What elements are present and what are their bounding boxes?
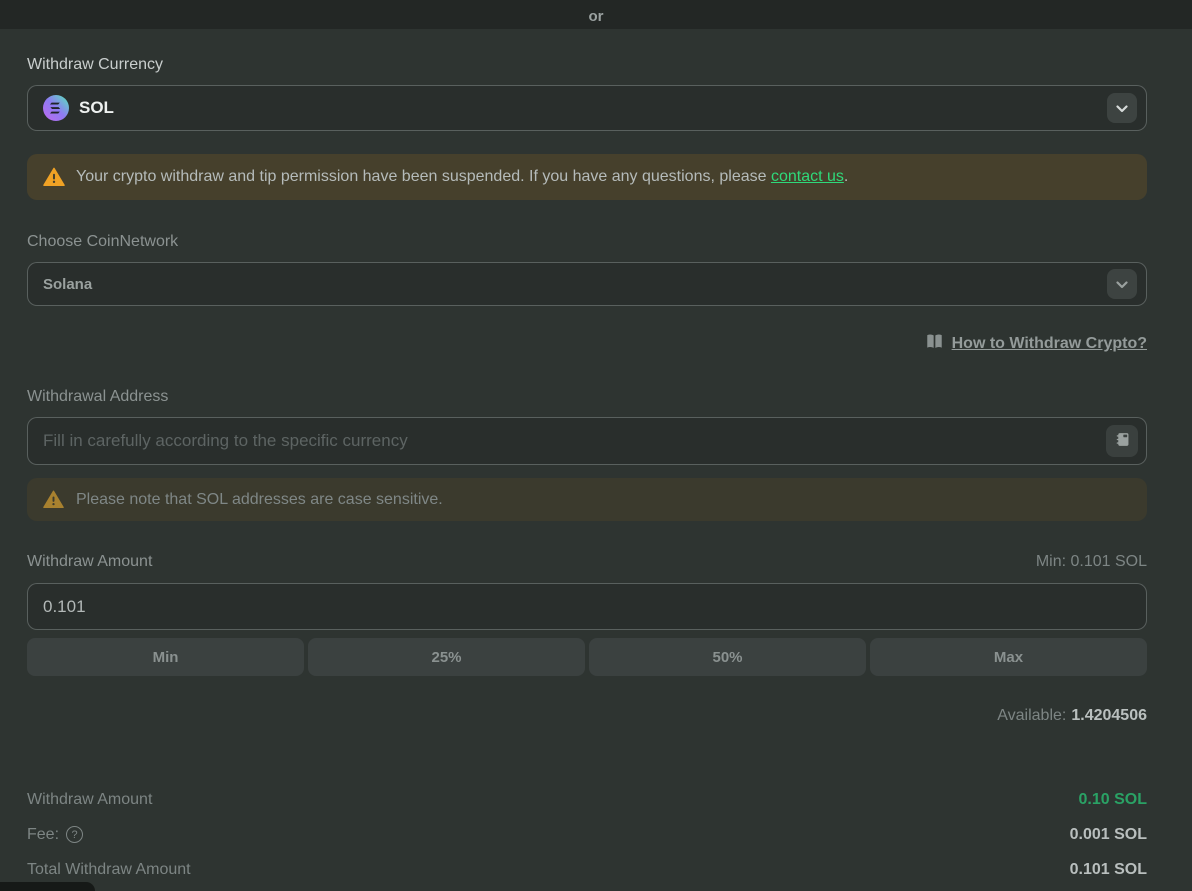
quick-amount-buttons: Min 25% 50% Max <box>27 638 1147 676</box>
network-label: Choose CoinNetwork <box>27 233 1147 251</box>
network-select[interactable]: Solana <box>27 262 1147 306</box>
book-icon <box>925 333 944 355</box>
max-button[interactable]: Max <box>870 638 1147 676</box>
summary-fee-label: Fee: ? <box>27 826 83 844</box>
network-dropdown-button[interactable] <box>1107 269 1137 299</box>
withdrawal-address-label: Withdrawal Address <box>27 388 1147 406</box>
summary-row-fee: Fee: ? 0.001 SOL <box>27 817 1147 852</box>
summary-row-total: Total Withdraw Amount 0.101 SOL <box>27 852 1147 887</box>
summary-row-amount: Withdraw Amount 0.10 SOL <box>27 782 1147 817</box>
contact-us-link[interactable]: contact us <box>771 168 844 185</box>
suspension-warning-banner: Your crypto withdraw and tip permission … <box>27 154 1147 200</box>
fee-help-icon[interactable]: ? <box>66 826 83 843</box>
currency-dropdown-button[interactable] <box>1107 93 1137 123</box>
bottom-left-widget-tab[interactable] <box>0 882 95 891</box>
address-book-icon <box>1114 431 1131 451</box>
withdrawal-address-input[interactable] <box>27 417 1147 465</box>
suspension-warning-text: Your crypto withdraw and tip permission … <box>76 168 848 186</box>
help-row: How to Withdraw Crypto? <box>27 333 1147 355</box>
address-book-button[interactable] <box>1106 425 1138 457</box>
min-amount-hint: Min: 0.101 SOL <box>1036 553 1147 571</box>
summary-amount-label: Withdraw Amount <box>27 791 152 809</box>
summary-total-label: Total Withdraw Amount <box>27 861 191 879</box>
summary-fee-value: 0.001 SOL <box>1070 826 1147 844</box>
case-sensitive-text: Please note that SOL addresses are case … <box>76 491 443 509</box>
warning-triangle-icon <box>43 166 65 188</box>
amount-input-wrap <box>27 583 1147 630</box>
withdraw-summary: Withdraw Amount 0.10 SOL Fee: ? 0.001 SO… <box>27 782 1147 887</box>
withdraw-form-panel: Withdraw Currency SOL <box>0 29 1192 887</box>
summary-amount-value: 0.10 SOL <box>1079 791 1147 809</box>
currency-select[interactable]: SOL <box>27 85 1147 131</box>
chevron-down-icon <box>1116 101 1128 116</box>
warning-triangle-icon <box>43 489 65 511</box>
section-divider: or <box>0 0 1192 29</box>
selected-currency: SOL <box>79 98 114 118</box>
percent-50-button[interactable]: 50% <box>589 638 866 676</box>
percent-25-button[interactable]: 25% <box>308 638 585 676</box>
divider-or-text: or <box>589 8 604 25</box>
how-to-withdraw-link[interactable]: How to Withdraw Crypto? <box>952 335 1147 353</box>
available-label: Available: <box>997 707 1066 724</box>
withdraw-currency-label: Withdraw Currency <box>27 56 1147 74</box>
available-balance-row: Available: 1.4204506 <box>27 707 1147 725</box>
min-button[interactable]: Min <box>27 638 304 676</box>
chevron-down-icon <box>1116 277 1128 292</box>
withdraw-amount-input[interactable] <box>27 583 1147 630</box>
amount-label-row: Withdraw Amount Min: 0.101 SOL <box>27 553 1147 571</box>
selected-network: Solana <box>43 276 92 293</box>
available-value: 1.4204506 <box>1071 707 1147 724</box>
solana-icon <box>43 95 69 121</box>
address-input-wrap <box>27 417 1147 465</box>
summary-total-value: 0.101 SOL <box>1070 861 1147 879</box>
case-sensitive-banner: Please note that SOL addresses are case … <box>27 478 1147 521</box>
withdraw-amount-label: Withdraw Amount <box>27 553 152 571</box>
